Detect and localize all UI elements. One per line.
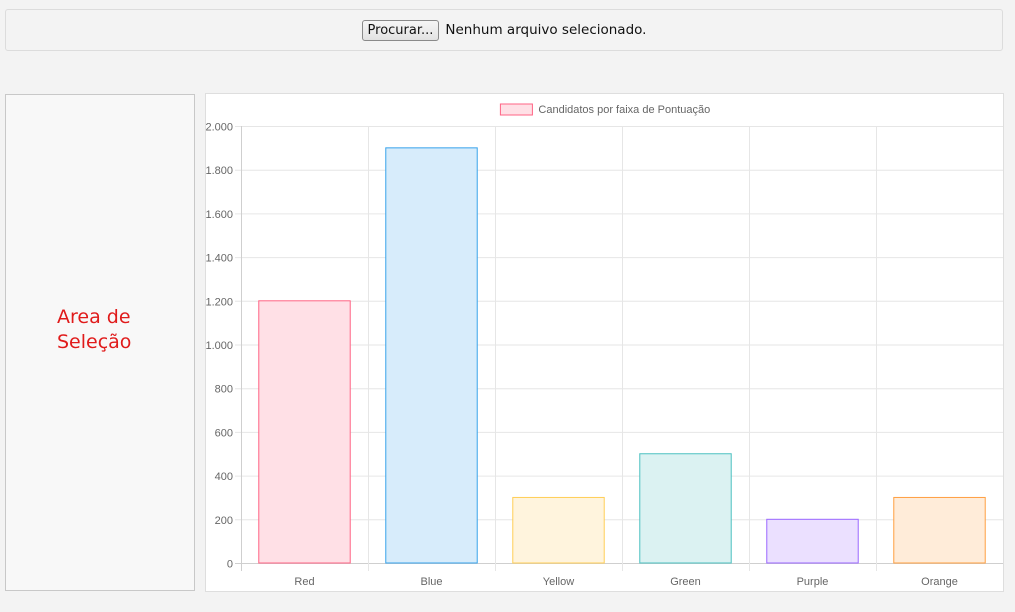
y-tick-label: 1.600 [206, 209, 233, 221]
chart-svg: 0 200 400 600 800 1.000 1.200 1.400 1.600 1.800 2.… [206, 103, 1003, 588]
file-status-text: Nenhum arquivo selecionado. [445, 22, 647, 38]
y-tick-label: 400 [215, 471, 233, 483]
x-tick-label: Red [294, 576, 314, 588]
x-tick-label: Blue [420, 576, 442, 588]
y-tick-label: 1.200 [206, 296, 233, 308]
bar [258, 300, 351, 564]
bar [766, 518, 859, 564]
x-tick-label: Orange [921, 576, 958, 588]
x-tick-label: Yellow [543, 576, 574, 588]
selection-label-line2: Seleção [57, 331, 132, 353]
bar [639, 453, 732, 564]
x-tick-label: Purple [797, 576, 829, 588]
y-tick-label: 1.000 [206, 340, 233, 352]
bar-chart: 0 200 400 600 800 1.000 1.200 1.400 1.600 1.800 2.… [205, 93, 1004, 592]
bar [512, 496, 605, 564]
legend-label: Candidatos por faixa de Pontuação [538, 104, 710, 116]
selection-label-line1: Area de [57, 306, 131, 328]
browse-button[interactable]: Procurar... [361, 19, 440, 41]
y-tick-label: 200 [215, 515, 233, 527]
y-tick-label: 2.000 [206, 122, 233, 134]
selection-area[interactable]: Area de Seleção [5, 94, 195, 591]
y-tick-label: 0 [227, 559, 233, 571]
y-tick-label: 600 [215, 427, 233, 439]
x-tick-label: Green [670, 576, 701, 588]
file-input-bar: Procurar... Nenhum arquivo selecionado. [5, 9, 1003, 51]
bar [385, 147, 478, 564]
bar [893, 496, 986, 564]
y-tick-label: 1.800 [206, 165, 233, 177]
y-tick-label: 800 [215, 384, 233, 396]
y-tick-label: 1.400 [206, 253, 233, 265]
legend-swatch [499, 103, 533, 116]
selection-area-label: Area de Seleção [57, 305, 157, 355]
